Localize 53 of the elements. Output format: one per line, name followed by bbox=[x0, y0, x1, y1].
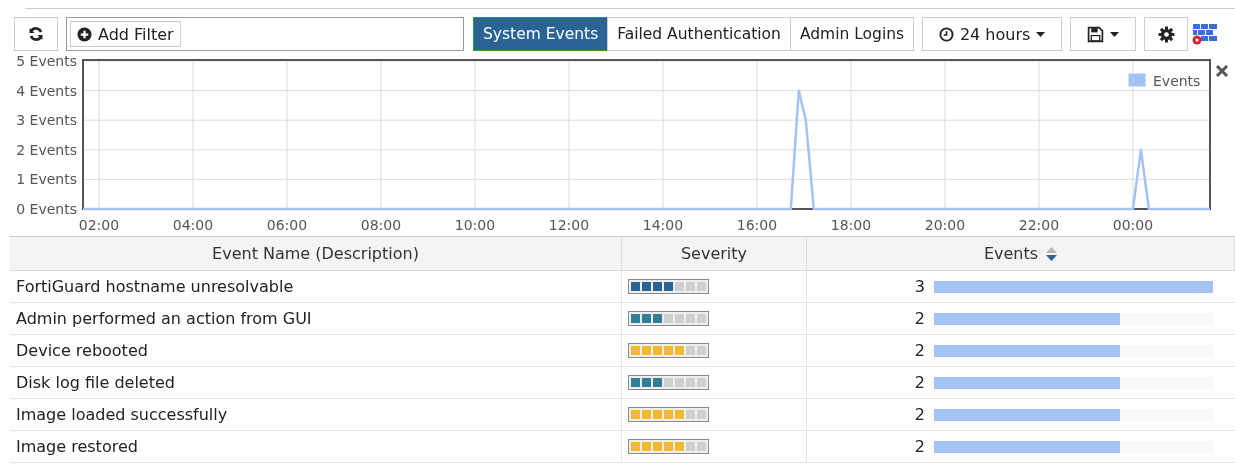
table-cell: Admin performed an action from GUI bbox=[10, 303, 622, 334]
filter-field[interactable]: Add Filter bbox=[66, 17, 464, 51]
caret-icon bbox=[1036, 31, 1046, 37]
x-axis-label: 18:00 bbox=[830, 217, 872, 233]
table-cell: Disk log file deleted bbox=[10, 367, 622, 398]
x-axis-label: 16:00 bbox=[736, 217, 778, 233]
tab[interactable]: System Events bbox=[473, 17, 609, 51]
x-axis-label: 08:00 bbox=[360, 217, 402, 233]
x-axis-label: 22:00 bbox=[1018, 217, 1060, 233]
plus-circle-icon bbox=[77, 26, 92, 42]
save-dropdown[interactable] bbox=[1070, 17, 1137, 51]
clock-icon bbox=[938, 26, 954, 42]
legend-label: Events bbox=[1153, 73, 1201, 89]
table-cell: Device rebooted bbox=[10, 335, 622, 366]
time-range-dropdown[interactable]: 24 hours bbox=[922, 17, 1063, 51]
table-cell-text: 2 bbox=[913, 341, 925, 360]
y-axis-label: 5 Events bbox=[16, 53, 77, 69]
tab[interactable]: Admin Logins bbox=[789, 17, 915, 51]
x-axis-label: 20:00 bbox=[924, 217, 966, 233]
close-icon[interactable] bbox=[1215, 64, 1229, 78]
y-axis-label: 2 Events bbox=[16, 141, 77, 158]
tab[interactable]: Failed Authentication bbox=[607, 17, 791, 51]
table-cell: FortiGuard hostname unresolvable bbox=[10, 271, 622, 302]
y-axis-label: 3 Events bbox=[16, 112, 77, 129]
brick-wall-icon[interactable] bbox=[1192, 21, 1219, 47]
table-cell-text: 2 bbox=[913, 373, 925, 392]
caret-icon bbox=[1110, 31, 1120, 37]
sort-icon bbox=[1046, 246, 1058, 261]
table-cell-text: 3 bbox=[913, 277, 925, 296]
legend-swatch bbox=[1127, 72, 1147, 88]
table-cell-text: 2 bbox=[913, 405, 925, 424]
column-header[interactable]: Events bbox=[807, 237, 1235, 270]
y-axis-label: 0 Events bbox=[16, 201, 77, 217]
table-cell-text: 2 bbox=[913, 309, 925, 328]
x-axis-label: 02:00 bbox=[78, 217, 120, 233]
table-cell: Image loaded successfully bbox=[10, 399, 622, 430]
settings-icon bbox=[1157, 25, 1175, 43]
add-filter-button[interactable]: Add Filter bbox=[70, 21, 181, 47]
y-axis-label: 4 Events bbox=[16, 82, 77, 99]
x-axis-label: 12:00 bbox=[548, 217, 590, 233]
x-axis-label: 10:00 bbox=[454, 217, 496, 233]
column-header[interactable]: Severity bbox=[622, 237, 807, 270]
x-axis-label: 04:00 bbox=[172, 217, 214, 233]
column-header[interactable]: Event Name (Description) bbox=[10, 237, 622, 270]
refresh-icon bbox=[28, 26, 44, 42]
y-axis-label: 1 Events bbox=[16, 171, 77, 188]
table-cell-text: 2 bbox=[913, 437, 925, 456]
settings-button[interactable] bbox=[1144, 17, 1189, 51]
refresh-button[interactable] bbox=[14, 17, 58, 51]
x-axis-label: 00:00 bbox=[1112, 217, 1154, 233]
x-axis-label: 14:00 bbox=[642, 217, 684, 233]
table-cell: Image restored bbox=[10, 431, 622, 462]
x-axis-label: 06:00 bbox=[266, 217, 308, 233]
